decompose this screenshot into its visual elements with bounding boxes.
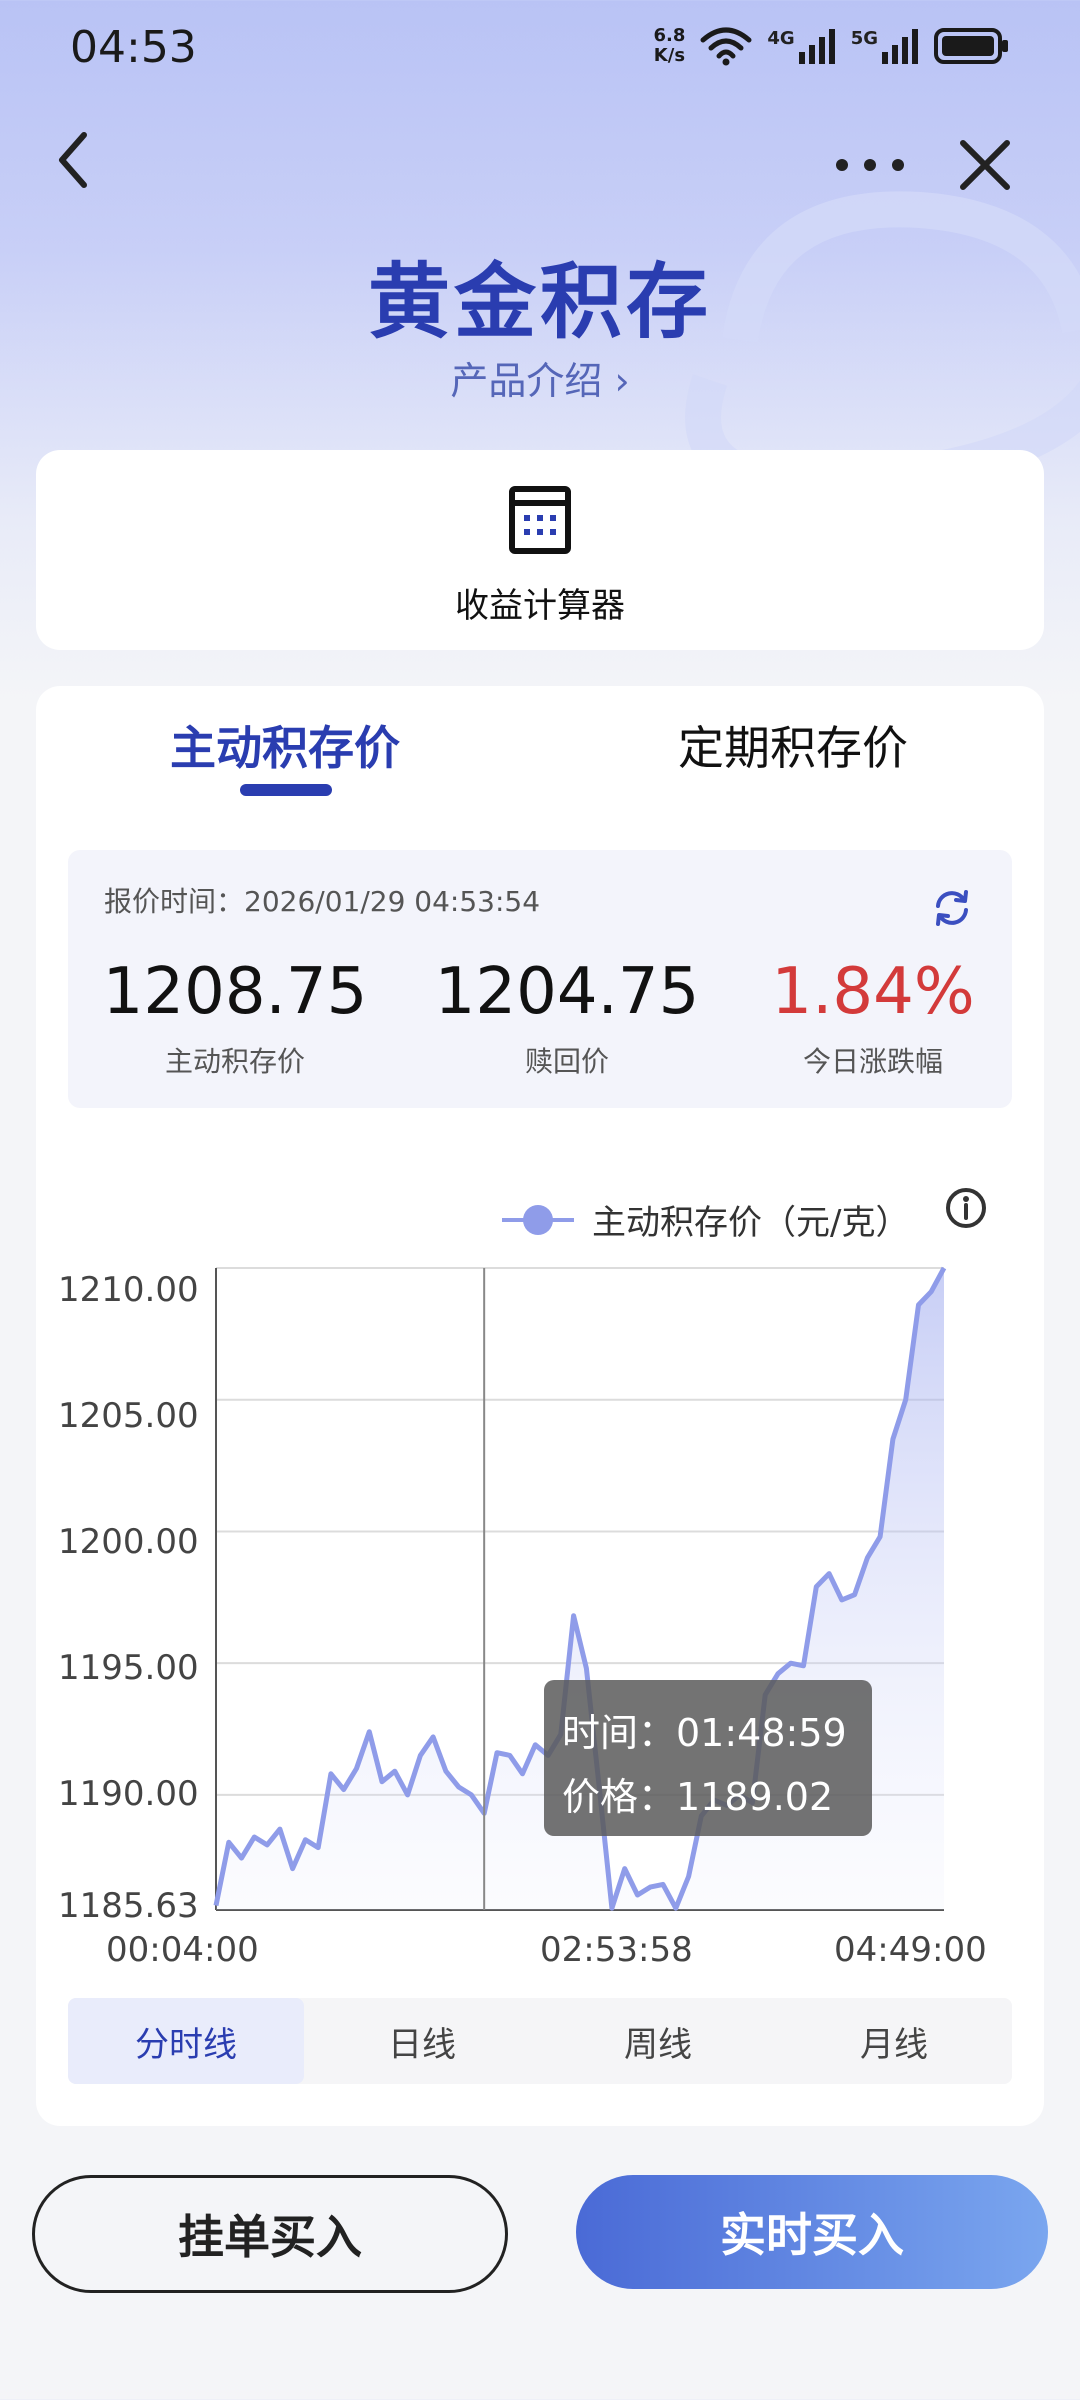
realtime-buy-button[interactable]: 实时买入: [576, 2175, 1048, 2289]
tooltip-price: 价格：1189.02: [562, 1775, 834, 1819]
period-tab-weekly[interactable]: 周线: [540, 1998, 776, 2084]
chart-tooltip: 时间：01:48:59 价格：1189.02: [544, 1680, 872, 1836]
period-tab-intraday[interactable]: 分时线: [68, 1998, 304, 2084]
tooltip-time: 时间：01:48:59: [562, 1711, 847, 1755]
period-tab-daily[interactable]: 日线: [304, 1998, 540, 2084]
period-tabs: 分时线 日线 周线 月线: [68, 1998, 1012, 2084]
limit-order-buy-button[interactable]: 挂单买入: [32, 2175, 508, 2293]
period-tab-monthly[interactable]: 月线: [776, 1998, 1012, 2084]
